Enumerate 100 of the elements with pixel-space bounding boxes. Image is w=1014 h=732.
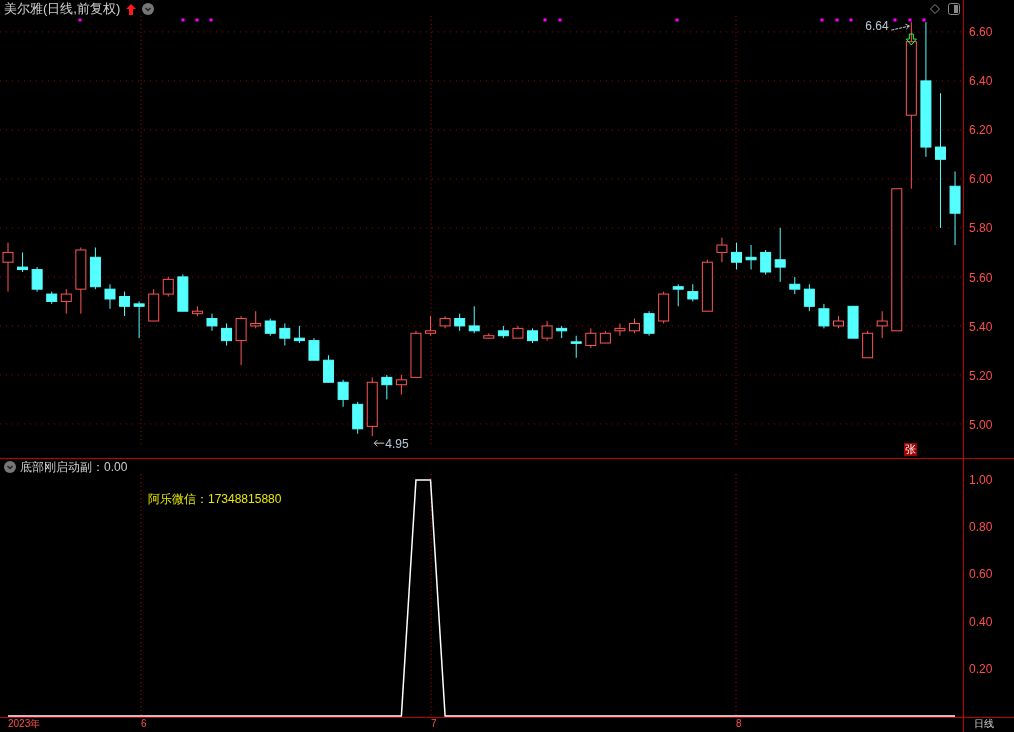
candle [454,313,466,332]
candle [177,273,189,312]
candle [308,337,320,361]
candle [672,283,684,307]
candle [366,376,378,437]
candle [862,330,874,359]
candle [803,283,815,312]
candle [133,300,145,339]
candle [31,266,43,293]
price-axis-label: 5.00 [969,417,993,432]
candle [206,313,218,332]
time-axis-label: 6 [141,718,147,729]
indicator-title: 底部刚启动副：0.00 [20,460,128,474]
indicator-axis-label: 0.60 [969,567,993,582]
period-label: 日线 [974,718,995,730]
down-arrow-icon [905,33,917,46]
signal-marker [558,18,562,22]
candle [629,318,640,334]
indicator-axis-label: 1.00 [969,473,993,487]
candle [89,247,101,290]
price-axis-label: 6.60 [969,24,993,39]
signal-marker [209,18,213,22]
candle [745,244,757,271]
candle [221,322,233,346]
signal-marker [675,18,679,22]
candle [352,401,364,435]
price-axis-label: 6.20 [969,123,993,138]
candle [585,327,597,349]
arrow-icon [373,439,385,447]
time-axis-label: 8 [736,718,742,729]
signal-marker [181,18,185,22]
candle [46,291,58,305]
candle [439,315,451,329]
candle [876,310,888,339]
time-axis-label: 7 [431,718,437,729]
candle [541,320,553,342]
price-axis-label: 6.00 [969,172,993,187]
indicator-axis-label: 0.20 [969,661,993,676]
up-arrow-icon [126,3,137,15]
candle [527,327,538,344]
candle [75,247,87,315]
candle [425,315,437,337]
candle [570,335,582,359]
candle [687,283,699,302]
price-axis-label: 5.20 [969,368,993,383]
candle [17,251,29,273]
candle [614,322,626,337]
price-axis-label: 5.40 [969,319,993,334]
candle [323,354,335,383]
indicator-axis-label: 0.80 [969,520,993,535]
arrow-icon [890,23,910,31]
signal-marker [835,18,839,22]
time-axis-label: 2023年 [8,718,41,729]
candle [468,305,480,334]
candle [599,330,611,344]
candle [556,325,568,339]
signal-marker [78,18,82,22]
candle [833,315,844,329]
candle [716,237,728,263]
low-price-label: 4.95 [385,437,409,452]
chart-title: 美尔雅(日线,前复权) [4,1,121,17]
signal-marker [893,18,897,22]
price-axis-label: 5.60 [969,270,993,285]
candle [847,305,859,339]
candle [512,325,524,339]
candle [337,379,349,408]
candle [250,310,262,329]
candle [60,288,72,315]
candle [774,227,786,283]
candle [162,276,174,297]
candle [789,276,801,295]
candle [381,374,393,400]
candle [658,291,670,324]
candle [279,322,291,346]
candle [731,242,742,271]
indicator-axis-label: 0.40 [969,614,993,629]
candle [818,303,830,329]
candle [191,305,203,317]
candle [293,325,305,344]
signal-marker [922,18,926,22]
signal-marker [820,18,824,22]
candle [148,288,160,322]
signal-marker [195,18,199,22]
signal-marker [543,18,547,22]
candle [483,332,495,339]
chevron-down-icon[interactable] [142,3,155,15]
panel-toggle-icon[interactable] [948,3,960,15]
chevron-down-icon[interactable] [4,461,16,473]
candle [119,291,131,317]
candle [760,249,772,275]
candle [643,310,655,337]
candle [395,374,407,395]
candle [104,283,116,310]
candle [264,318,276,337]
candle [410,330,422,378]
price-axis-label: 5.80 [969,221,993,236]
signal-marker [908,18,912,22]
indicator-note: 阿乐微信：17348815880 [148,492,282,506]
candle [235,315,247,366]
signal-marker [849,18,853,22]
